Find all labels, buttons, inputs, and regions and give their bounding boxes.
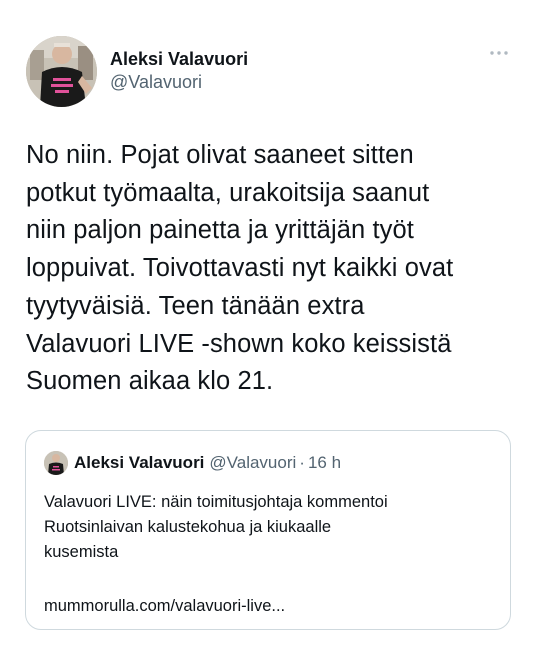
tweet-text: No niin. Pojat olivat saaneet sitten pot… [26,141,454,396]
quoted-tweet-header: Aleksi Valavuori @Valavuori · 16 h [44,450,341,476]
quoted-tweet-link[interactable]: mummorulla.com/valavuori-live... [44,595,285,617]
quoted-timestamp: 16 h [307,453,342,472]
more-horizontal-icon[interactable] [488,46,510,60]
quoted-handle: @Valavuori [209,453,297,472]
author-handle[interactable]: @Valavuori [110,70,248,94]
avatar-image [26,36,97,107]
quoted-tweet[interactable]: Aleksi Valavuori @Valavuori · 16 h Valav… [25,430,511,630]
author-display-name[interactable]: Aleksi Valavuori [110,48,248,70]
tweet: Aleksi Valavuori @Valavuori No niin. Poj… [0,0,539,649]
quoted-separator: · [299,453,305,472]
quoted-avatar [44,451,68,475]
tweet-header: Aleksi Valavuori @Valavuori [26,36,516,108]
author: Aleksi Valavuori @Valavuori [110,48,248,94]
avatar[interactable] [26,36,97,107]
quoted-tweet-text: Valavuori LIVE: näin toimitusjohtaja kom… [44,493,388,561]
quoted-display-name: Aleksi Valavuori [74,453,205,472]
